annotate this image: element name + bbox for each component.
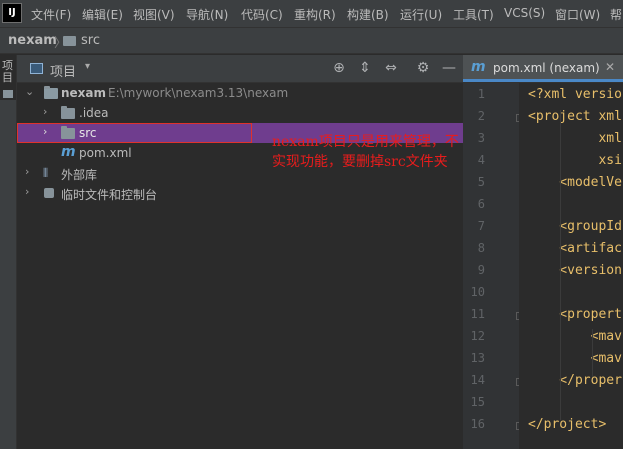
hide-icon[interactable]: — [441, 60, 457, 76]
module-folder-icon [44, 86, 58, 99]
line-number: 5 [477, 175, 485, 189]
indent-guide [592, 329, 593, 377]
tree-item-path: E:\mywork\nexam3.13\nexam [108, 86, 289, 100]
project-tool-label[interactable]: 项目 [2, 60, 14, 84]
line-number: 10 [470, 285, 485, 299]
folder-icon [63, 36, 76, 46]
folder-icon [61, 106, 75, 119]
annotation-highlight-box [17, 123, 252, 143]
expand-all-icon[interactable]: ⇕ [357, 60, 373, 76]
code-line: <project xml [528, 109, 622, 124]
breadcrumb-project[interactable]: nexam [8, 33, 57, 48]
line-number: 11 [470, 307, 485, 321]
chevron-right-icon[interactable]: › [25, 165, 29, 178]
annotation-note: nexam项目只是用来管理，不实现功能，要删掉src文件夹 [272, 134, 459, 170]
code-line: <mav [528, 351, 622, 366]
chevron-right-icon[interactable]: › [25, 185, 29, 198]
tree-item-label: pom.xml [79, 146, 132, 160]
code-line: <version [528, 263, 622, 278]
tree-item-label: 外部库 [61, 168, 98, 182]
code-line: </proper [528, 373, 622, 388]
chevron-down-icon[interactable]: ▾ [85, 61, 90, 72]
collapse-all-icon[interactable]: ⇔ [383, 60, 399, 76]
maven-icon: m [471, 59, 486, 75]
project-panel-header: 项目 ▾ ⊕ ⇕ ⇔ ⚙ — [17, 55, 463, 83]
code-line: xsi [528, 153, 622, 168]
maven-icon: m [61, 144, 76, 160]
tab-label: pom.xml (nexam) [493, 61, 600, 75]
tree-item-scratches[interactable]: › 临时文件和控制台 [17, 183, 463, 203]
line-number: 2 [477, 109, 485, 123]
line-number: 7 [477, 219, 485, 233]
menu-refactor[interactable]: 重构(R) [294, 6, 336, 23]
line-number: 4 [477, 153, 485, 167]
line-number: 15 [470, 395, 485, 409]
menu-vcs[interactable]: VCS(S) [504, 6, 545, 20]
menu-edit[interactable]: 编辑(E) [82, 6, 123, 23]
line-number: 1 [477, 87, 485, 101]
chevron-right-icon[interactable]: › [43, 105, 47, 118]
menu-run[interactable]: 运行(U) [400, 6, 442, 23]
folder-icon [3, 90, 13, 98]
library-icon: ⫴ [43, 166, 49, 180]
menu-window[interactable]: 窗口(W) [555, 6, 600, 23]
line-number: 14 [470, 373, 485, 387]
line-number: 6 [477, 197, 485, 211]
tree-item-idea[interactable]: › .idea [17, 103, 463, 123]
code-editor[interactable]: <?xml versio <project xml xml xsi <modelV… [519, 83, 623, 449]
tree-item-label: .idea [79, 106, 109, 120]
chevron-down-icon[interactable]: ⌄ [25, 85, 34, 98]
tab-pom-xml[interactable]: m pom.xml (nexam) ✕ [463, 55, 623, 82]
tree-item-nexam[interactable]: ⌄ nexam E:\mywork\nexam3.13\nexam [17, 83, 463, 103]
menu-navigate[interactable]: 导航(N) [186, 6, 228, 23]
project-view-icon [30, 63, 43, 74]
menu-view[interactable]: 视图(V) [133, 6, 175, 23]
tree-item-label: 临时文件和控制台 [61, 188, 158, 202]
tree-item-label: nexam [61, 86, 107, 100]
editor-gutter: 1 2 3 4 5 6 7 8 9 10 11 12 13 14 15 16 [463, 83, 524, 449]
scratches-icon [44, 188, 54, 198]
line-number: 9 [477, 263, 485, 277]
code-line: xml [528, 131, 622, 146]
menu-code[interactable]: 代码(C) [241, 6, 283, 23]
gear-icon[interactable]: ⚙ [415, 60, 431, 76]
code-line: <artifac [528, 241, 622, 256]
code-line: <modelVe [528, 175, 622, 190]
code-line: <?xml versio [528, 87, 622, 102]
menu-file[interactable]: 文件(F) [31, 6, 71, 23]
line-number: 16 [470, 417, 485, 431]
code-line: <groupId [528, 219, 622, 234]
menu-tools[interactable]: 工具(T) [453, 6, 494, 23]
locate-icon[interactable]: ⊕ [331, 60, 347, 76]
line-number: 3 [477, 131, 485, 145]
menu-help[interactable]: 帮 [610, 6, 622, 23]
line-number: 12 [470, 329, 485, 343]
breadcrumb: nexam 〉 src [0, 27, 623, 54]
intellij-logo-icon: IJ [2, 3, 22, 23]
breadcrumb-src[interactable]: src [81, 33, 100, 48]
close-icon[interactable]: ✕ [605, 60, 615, 74]
line-number: 8 [477, 241, 485, 255]
code-line: </project> [528, 417, 607, 432]
indent-guide [560, 110, 561, 420]
tool-window-strip [0, 55, 17, 449]
editor-tab-bar: m pom.xml (nexam) ✕ [463, 55, 623, 83]
menu-build[interactable]: 构建(B) [347, 6, 389, 23]
menu-bar: IJ 文件(F) 编辑(E) 视图(V) 导航(N) 代码(C) 重构(R) 构… [0, 0, 623, 27]
project-panel-title[interactable]: 项目 [50, 61, 76, 80]
line-number: 13 [470, 351, 485, 365]
code-line: <propert [528, 307, 622, 322]
code-line: <mav [528, 329, 622, 344]
